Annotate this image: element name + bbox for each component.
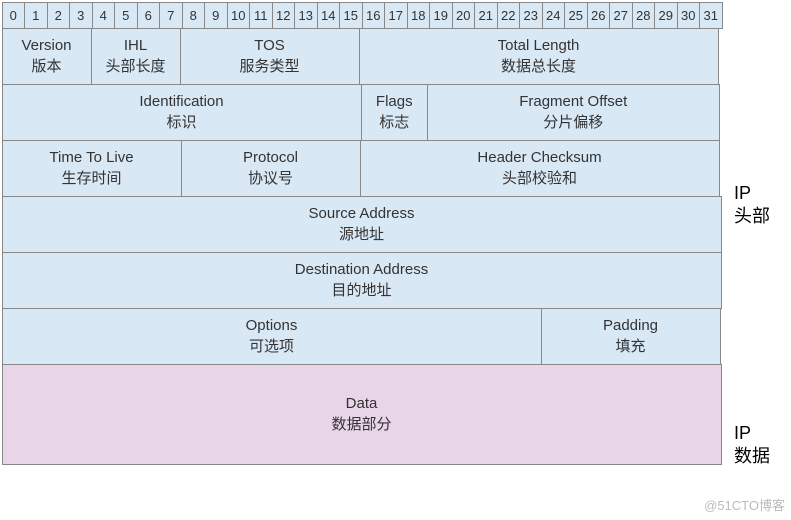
field-en: Header Checksum: [477, 147, 601, 168]
field-en: Source Address: [309, 203, 415, 224]
bit-cell: 12: [272, 2, 296, 29]
bit-cell: 29: [654, 2, 678, 29]
field-en: Identification: [139, 91, 223, 112]
field-cn: 数据总长度: [501, 56, 576, 77]
field-en: Fragment Offset: [519, 91, 627, 112]
field-cn: 服务类型: [239, 56, 299, 77]
field-row: Options可选项Padding填充: [2, 308, 722, 364]
data-row: Data 数据部分: [2, 364, 722, 464]
field-en: Version: [21, 35, 71, 56]
bit-cell: 25: [564, 2, 588, 29]
field-cell: Header Checksum头部校验和: [360, 140, 720, 197]
field-en: Total Length: [498, 35, 580, 56]
ip-packet-diagram: 0123456789101112131415161718192021222324…: [2, 2, 722, 464]
field-en: Padding: [603, 315, 658, 336]
field-cn: 头部长度: [105, 56, 165, 77]
bit-cell: 26: [587, 2, 611, 29]
field-cell: Options可选项: [2, 308, 542, 365]
field-cell: Source Address源地址: [2, 196, 722, 253]
field-cn: 数据部分: [331, 414, 391, 435]
field-row: Destination Address目的地址: [2, 252, 722, 308]
field-cell: Fragment Offset分片偏移: [427, 84, 720, 141]
side-label-data: IP数据: [734, 422, 770, 469]
field-en: Time To Live: [49, 147, 133, 168]
field-cn: 头部校验和: [502, 168, 577, 189]
field-cell: IHL头部长度: [91, 28, 181, 85]
field-en: Destination Address: [295, 259, 428, 280]
bit-cell: 14: [317, 2, 341, 29]
bit-cell: 0: [2, 2, 26, 29]
bit-cell: 2: [47, 2, 71, 29]
bit-cell: 7: [159, 2, 183, 29]
field-cn: 源地址: [339, 224, 384, 245]
side-label-header: IP头部: [734, 182, 770, 229]
field-cell: TOS服务类型: [180, 28, 360, 85]
field-row: Time To Live生存时间Protocol协议号Header Checks…: [2, 140, 722, 196]
field-cn: 标志: [379, 112, 409, 133]
watermark: @51CTO博客: [704, 495, 785, 514]
bit-cell: 3: [69, 2, 93, 29]
field-cn: 标识: [166, 112, 196, 133]
bit-cell: 30: [677, 2, 701, 29]
bit-cell: 19: [429, 2, 453, 29]
field-en: IHL: [124, 35, 147, 56]
bit-cell: 4: [92, 2, 116, 29]
bit-cell: 23: [519, 2, 543, 29]
bit-cell: 9: [204, 2, 228, 29]
bit-cell: 22: [497, 2, 521, 29]
bit-ruler: 0123456789101112131415161718192021222324…: [2, 2, 722, 28]
field-cn: 协议号: [248, 168, 293, 189]
field-cell: Identification标识: [2, 84, 362, 141]
bit-cell: 10: [227, 2, 251, 29]
bit-cell: 21: [474, 2, 498, 29]
field-cn: 生存时间: [61, 168, 121, 189]
field-row: Source Address源地址: [2, 196, 722, 252]
field-en: Flags: [376, 91, 413, 112]
field-en: Options: [246, 315, 298, 336]
bit-cell: 16: [362, 2, 386, 29]
bit-cell: 17: [384, 2, 408, 29]
field-data: Data 数据部分: [2, 364, 722, 465]
field-cell: Total Length数据总长度: [359, 28, 719, 85]
bit-cell: 28: [632, 2, 656, 29]
field-cn: 目的地址: [331, 280, 391, 301]
bit-cell: 24: [542, 2, 566, 29]
field-en: Data: [346, 393, 378, 414]
bit-cell: 6: [137, 2, 161, 29]
field-cell: Version版本: [2, 28, 92, 85]
field-cn: 分片偏移: [543, 112, 603, 133]
bit-cell: 18: [407, 2, 431, 29]
field-cell: Flags标志: [361, 84, 429, 141]
field-cn: 版本: [31, 56, 61, 77]
field-row: Version版本IHL头部长度TOS服务类型Total Length数据总长度: [2, 28, 722, 84]
bit-cell: 11: [249, 2, 273, 29]
side-labels: IP头部 IP数据: [722, 2, 782, 464]
bit-cell: 20: [452, 2, 476, 29]
bit-cell: 27: [609, 2, 633, 29]
field-cell: Padding填充: [541, 308, 721, 365]
field-row: Identification标识Flags标志Fragment Offset分片…: [2, 84, 722, 140]
bit-cell: 1: [24, 2, 48, 29]
field-cn: 填充: [615, 336, 645, 357]
bit-cell: 31: [699, 2, 723, 29]
field-cell: Destination Address目的地址: [2, 252, 722, 309]
bit-cell: 13: [294, 2, 318, 29]
bit-cell: 5: [114, 2, 138, 29]
field-cell: Protocol协议号: [181, 140, 361, 197]
field-en: Protocol: [243, 147, 298, 168]
field-cell: Time To Live生存时间: [2, 140, 182, 197]
field-cn: 可选项: [249, 336, 294, 357]
field-en: TOS: [254, 35, 285, 56]
bit-cell: 15: [339, 2, 363, 29]
bit-cell: 8: [182, 2, 206, 29]
